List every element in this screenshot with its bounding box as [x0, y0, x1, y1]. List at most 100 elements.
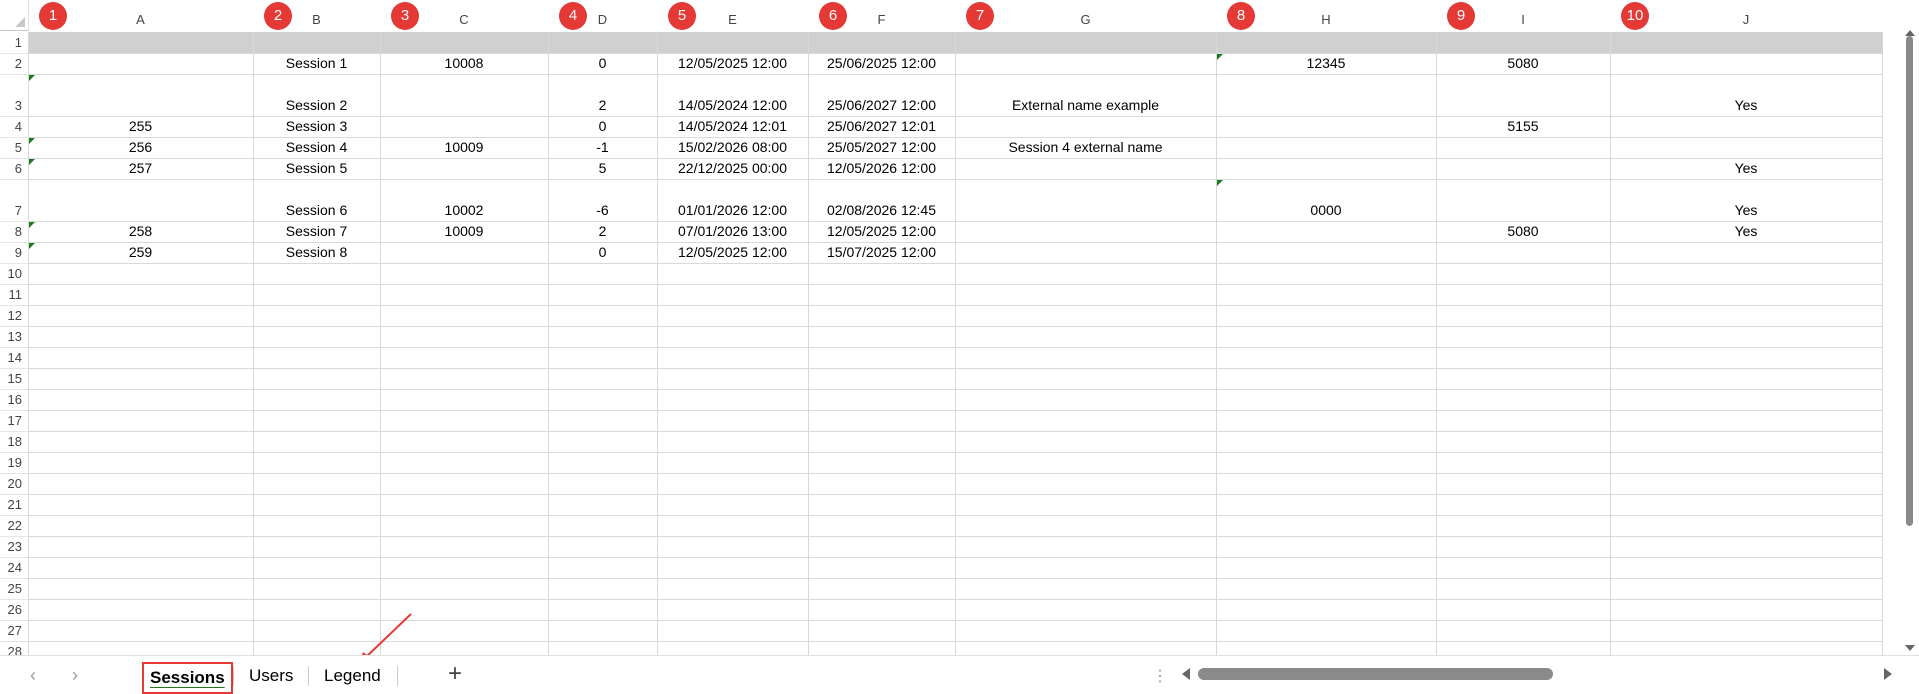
row-number[interactable]: 1	[0, 35, 22, 50]
table-cell[interactable]: 259	[28, 244, 253, 260]
tab-legend[interactable]: Legend	[318, 662, 387, 690]
chevron-left-icon[interactable]: ‹	[30, 666, 36, 684]
table-cell[interactable]: 25/06/2027 12:01	[808, 118, 955, 134]
row-number[interactable]: 25	[0, 581, 22, 596]
row-number[interactable]: 22	[0, 518, 22, 533]
scroll-left-icon[interactable]	[1182, 668, 1190, 680]
table-cell[interactable]: 0000	[1216, 202, 1436, 218]
error-indicator-icon[interactable]	[29, 75, 35, 81]
table-cell[interactable]: 5080	[1436, 223, 1610, 239]
table-cell[interactable]: Session 5	[253, 160, 380, 176]
table-cell[interactable]: Session 8	[253, 244, 380, 260]
row-number[interactable]: 10	[0, 266, 22, 281]
select-all-button[interactable]	[0, 0, 29, 31]
row-number[interactable]: 23	[0, 539, 22, 554]
table-cell[interactable]: Yes	[1610, 160, 1882, 176]
table-cell[interactable]: External name example	[955, 97, 1216, 113]
scroll-right-icon[interactable]	[1884, 668, 1892, 680]
table-cell[interactable]: -6	[548, 202, 657, 218]
row-number[interactable]: 18	[0, 434, 22, 449]
table-cell[interactable]: 02/08/2026 12:45	[808, 202, 955, 218]
row-number[interactable]: 7	[0, 203, 22, 218]
row-number[interactable]: 28	[0, 644, 22, 655]
row-number[interactable]: 11	[0, 287, 23, 302]
row-number[interactable]: 20	[0, 476, 22, 491]
row-number[interactable]: 21	[0, 497, 22, 512]
table-cell[interactable]: 10009	[380, 223, 548, 239]
table-cell[interactable]: 12/05/2025 12:00	[657, 55, 808, 71]
table-cell[interactable]: 5	[548, 160, 657, 176]
row-number[interactable]: 12	[0, 308, 22, 323]
table-cell[interactable]: 07/01/2026 13:00	[657, 223, 808, 239]
row-number[interactable]: 26	[0, 602, 22, 617]
table-cell[interactable]: 15/02/2026 08:00	[657, 139, 808, 155]
tab-sessions[interactable]: Sessions	[142, 662, 233, 694]
scroll-down-icon[interactable]	[1905, 645, 1915, 651]
vertical-scroll-thumb[interactable]	[1906, 36, 1913, 526]
horizontal-scroll-thumb[interactable]	[1198, 668, 1553, 680]
row-number[interactable]: 27	[0, 623, 22, 638]
table-cell[interactable]: 25/06/2025 12:00	[808, 55, 955, 71]
table-cell[interactable]: 10002	[380, 202, 548, 218]
table-cell[interactable]: Session 7	[253, 223, 380, 239]
row-number[interactable]: 19	[0, 455, 22, 470]
chevron-right-icon[interactable]: ›	[72, 666, 78, 684]
more-options-icon[interactable]: ⋮	[1152, 666, 1168, 686]
row-number[interactable]: 9	[0, 245, 22, 260]
plus-icon[interactable]: +	[448, 660, 462, 688]
table-cell[interactable]: Yes	[1610, 223, 1882, 239]
table-cell[interactable]: 256	[28, 139, 253, 155]
table-cell[interactable]: -1	[548, 139, 657, 155]
table-cell[interactable]: Session 4 external name	[955, 139, 1216, 155]
table-cell[interactable]: 255	[28, 118, 253, 134]
table-cell[interactable]: 5080	[1436, 55, 1610, 71]
row-number[interactable]: 2	[0, 56, 22, 71]
table-cell[interactable]: 10009	[380, 139, 548, 155]
table-cell[interactable]: 12/05/2025 12:00	[808, 223, 955, 239]
table-cell[interactable]: 5155	[1436, 118, 1610, 134]
error-indicator-icon[interactable]	[29, 138, 35, 144]
table-cell[interactable]: 25/05/2027 12:00	[808, 139, 955, 155]
table-cell[interactable]: Session 3	[253, 118, 380, 134]
error-indicator-icon[interactable]	[29, 243, 35, 249]
table-cell[interactable]: 22/12/2025 00:00	[657, 160, 808, 176]
row-number[interactable]: 17	[0, 413, 22, 428]
table-cell[interactable]: Session 2	[253, 97, 380, 113]
row-number[interactable]: 5	[0, 140, 22, 155]
error-indicator-icon[interactable]	[1217, 180, 1223, 186]
table-cell[interactable]: 2	[548, 223, 657, 239]
row-number[interactable]: 15	[0, 371, 22, 386]
table-cell[interactable]: 2	[548, 97, 657, 113]
table-cell[interactable]: 0	[548, 118, 657, 134]
table-cell[interactable]: 14/05/2024 12:00	[657, 97, 808, 113]
tab-users[interactable]: Users	[243, 662, 299, 690]
table-cell[interactable]: Session 4	[253, 139, 380, 155]
table-cell[interactable]: Session 6	[253, 202, 380, 218]
row-number[interactable]: 16	[0, 392, 22, 407]
table-cell[interactable]: 12/05/2026 12:00	[808, 160, 955, 176]
table-cell[interactable]: 0	[548, 55, 657, 71]
table-cell[interactable]: 12345	[1216, 55, 1436, 71]
table-cell[interactable]: 25/06/2027 12:00	[808, 97, 955, 113]
table-cell[interactable]: Session 1	[253, 55, 380, 71]
table-cell[interactable]: 01/01/2026 12:00	[657, 202, 808, 218]
table-cell[interactable]: 258	[28, 223, 253, 239]
row-number[interactable]: 6	[0, 161, 22, 176]
error-indicator-icon[interactable]	[29, 222, 35, 228]
error-indicator-icon[interactable]	[1217, 54, 1223, 60]
error-indicator-icon[interactable]	[29, 159, 35, 165]
row-number[interactable]: 8	[0, 224, 22, 239]
table-cell[interactable]: Yes	[1610, 202, 1882, 218]
row-number[interactable]: 14	[0, 350, 22, 365]
row-number[interactable]: 13	[0, 329, 22, 344]
table-cell[interactable]: 12/05/2025 12:00	[657, 244, 808, 260]
row-number[interactable]: 24	[0, 560, 22, 575]
row-number[interactable]: 4	[0, 119, 22, 134]
table-cell[interactable]: 14/05/2024 12:01	[657, 118, 808, 134]
table-cell[interactable]: 10008	[380, 55, 548, 71]
table-cell[interactable]: 15/07/2025 12:00	[808, 244, 955, 260]
column-header-g[interactable]: G	[955, 0, 1216, 30]
table-cell[interactable]: 0	[548, 244, 657, 260]
table-cell[interactable]: Yes	[1610, 97, 1882, 113]
column-header-j[interactable]: J	[1610, 0, 1882, 30]
